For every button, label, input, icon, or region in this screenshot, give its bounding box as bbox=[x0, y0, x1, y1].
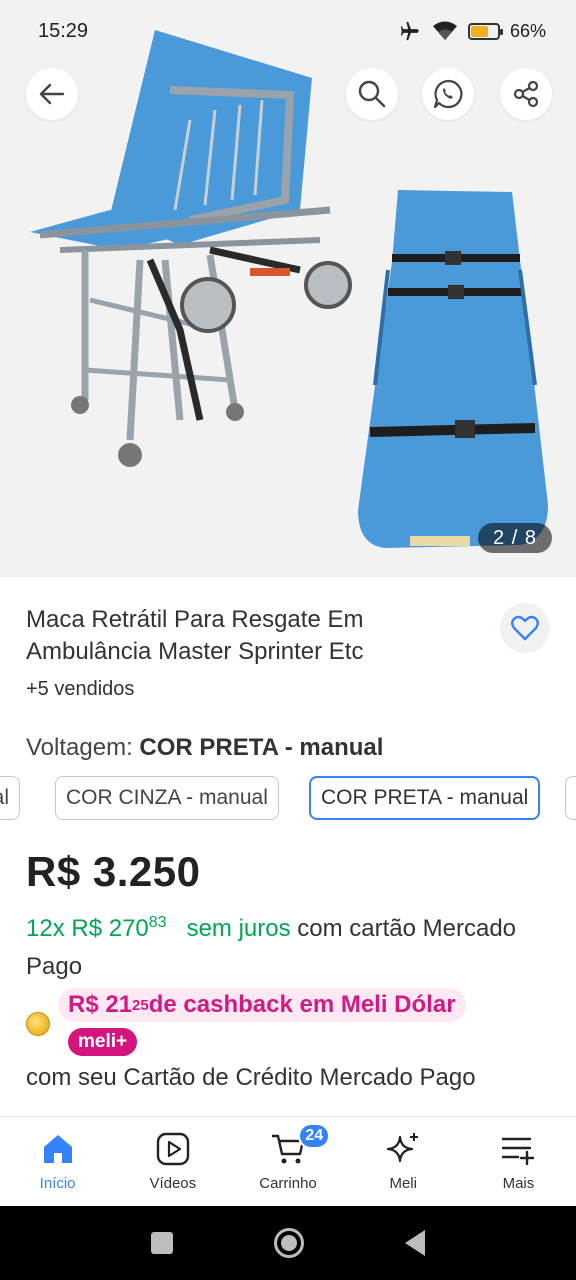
nav-label: Vídeos bbox=[149, 1175, 197, 1192]
product-image-gallery[interactable]: 2 / 8 bbox=[0, 0, 576, 577]
product-title: Maca Retrátil Para Resgate Em Ambulância… bbox=[26, 606, 364, 665]
whatsapp-share-button[interactable] bbox=[422, 68, 474, 120]
home-icon bbox=[38, 1129, 78, 1169]
variant-options: ual COR CINZA - manual COR PRETA - manua… bbox=[0, 776, 576, 822]
airplane-icon bbox=[400, 21, 419, 41]
search-button[interactable] bbox=[346, 68, 398, 120]
arrow-left-icon bbox=[39, 83, 65, 105]
stretcher-flat-illustration bbox=[358, 190, 548, 548]
sparkle-icon bbox=[383, 1129, 423, 1169]
interest-free-label: sem juros bbox=[186, 915, 291, 942]
installments-info: 12x R$ 27083 sem juros com cartão Mercad… bbox=[26, 904, 546, 986]
meli-dollar-coin-icon bbox=[26, 1012, 50, 1036]
nav-item-inicio[interactable]: Início bbox=[0, 1117, 115, 1206]
menu-plus-icon bbox=[498, 1129, 538, 1169]
nav-item-videos[interactable]: Vídeos bbox=[115, 1117, 230, 1206]
wifi-icon bbox=[432, 21, 457, 40]
cashback-suffix: de cashback em Meli Dólar bbox=[148, 991, 456, 1018]
nav-label: Meli bbox=[389, 1175, 417, 1192]
variant-option-selected[interactable]: COR PRETA - manual bbox=[309, 776, 541, 820]
variant-option[interactable]: ual bbox=[0, 776, 21, 820]
bottom-navigation: Início Vídeos 24 Carrinho Meli Mais bbox=[0, 1116, 576, 1206]
status-icons: 66% bbox=[398, 20, 546, 42]
installment-value: R$ 270 bbox=[71, 915, 149, 942]
nav-item-carrinho[interactable]: 24 Carrinho bbox=[230, 1117, 345, 1206]
cashback-cents: 25 bbox=[132, 996, 149, 1014]
installment-cents: 83 bbox=[148, 914, 167, 931]
favorite-button[interactable] bbox=[500, 603, 550, 653]
product-price: R$ 3.250 bbox=[26, 848, 201, 895]
cashback-row: R$ 21 25 de cashback em Meli Dólar meli+ bbox=[26, 988, 556, 1058]
whatsapp-icon bbox=[433, 79, 463, 109]
variant-option[interactable]: C bbox=[565, 776, 576, 820]
image-counter: 2 / 8 bbox=[478, 523, 552, 553]
back-triangle-icon[interactable] bbox=[405, 1230, 426, 1256]
nav-item-mais[interactable]: Mais bbox=[461, 1117, 576, 1206]
battery-icon bbox=[467, 22, 503, 40]
share-icon bbox=[513, 80, 539, 108]
home-circle-icon[interactable] bbox=[273, 1228, 304, 1258]
video-icon bbox=[153, 1129, 193, 1169]
search-icon bbox=[358, 80, 386, 108]
variant-label-prefix: Voltagem: bbox=[26, 734, 140, 761]
cart-count-badge: 24 bbox=[298, 1123, 331, 1149]
recent-apps-icon[interactable] bbox=[150, 1232, 173, 1254]
status-time: 15:29 bbox=[38, 19, 89, 42]
nav-label: Início bbox=[39, 1175, 76, 1192]
variant-label: Voltagem: COR PRETA - manual bbox=[26, 734, 383, 762]
share-button[interactable] bbox=[500, 68, 552, 120]
nav-label: Carrinho bbox=[259, 1175, 317, 1192]
product-image bbox=[30, 30, 548, 548]
nav-label: Mais bbox=[502, 1175, 535, 1192]
nav-item-meli[interactable]: Meli bbox=[346, 1117, 461, 1206]
heart-icon bbox=[511, 615, 539, 641]
cashback-amount: R$ 21 bbox=[68, 991, 133, 1018]
status-bar: 15:29 66% bbox=[0, 0, 576, 62]
sold-count: +5 vendidos bbox=[26, 678, 135, 700]
stretcher-trolley-illustration bbox=[30, 30, 352, 467]
battery-percent: 66% bbox=[509, 20, 546, 41]
meli-plus-badge: meli+ bbox=[68, 1028, 138, 1056]
installments-count: 12x bbox=[26, 915, 65, 942]
system-navigation-bar bbox=[0, 1206, 576, 1280]
variant-option[interactable]: COR CINZA - manual bbox=[55, 776, 279, 820]
cashback-pill: R$ 21 25 de cashback em Meli Dólar bbox=[58, 988, 466, 1022]
variant-selected-value: COR PRETA - manual bbox=[139, 734, 384, 761]
back-button[interactable] bbox=[26, 68, 78, 120]
cashback-card-text: com seu Cartão de Crédito Mercado Pago bbox=[26, 1064, 476, 1091]
